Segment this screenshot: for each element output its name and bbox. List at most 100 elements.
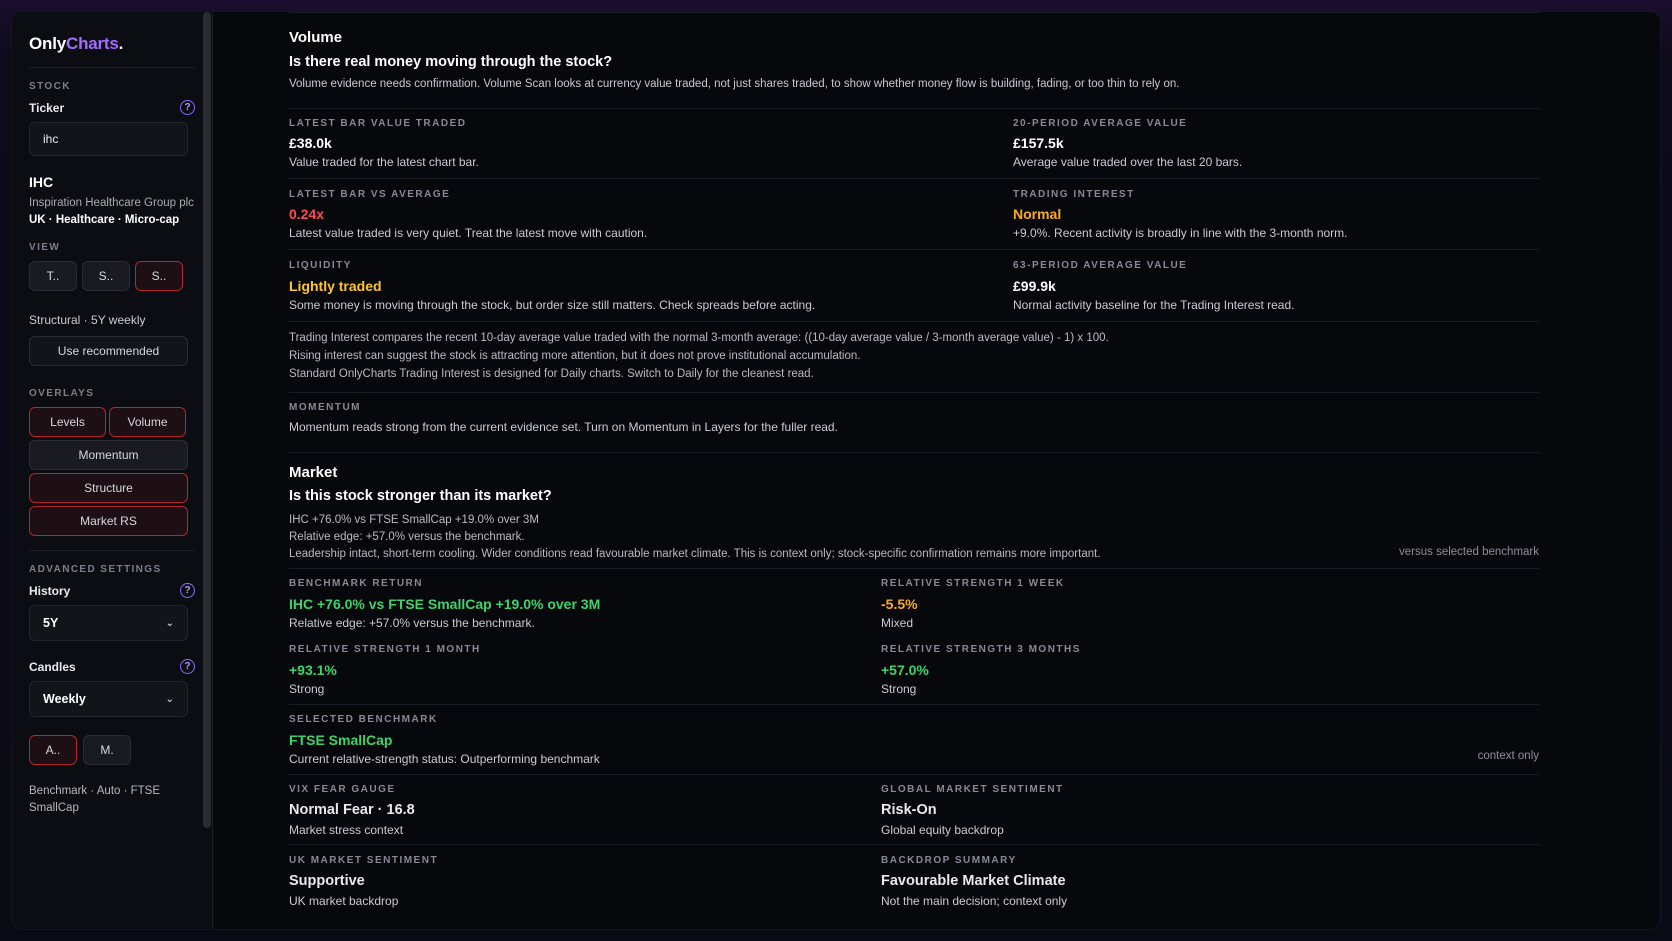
sidebar: OnlyCharts. STOCK Ticker ? ihc IHC Inspi… xyxy=(12,12,213,929)
global-sentiment-label: GLOBAL MARKET SENTIMENT xyxy=(881,784,1064,795)
vix-value: Normal Fear · 16.8 xyxy=(289,802,415,818)
benchmark-return-value: IHC +76.0% vs FTSE SmallCap +19.0% over … xyxy=(289,596,601,612)
rs3m-sub: Strong xyxy=(881,682,917,696)
chevron-down-icon: ⌄ xyxy=(165,617,174,629)
sidebar-scrollbar[interactable] xyxy=(203,12,211,828)
vs-avg-label: LATEST BAR VS AVERAGE xyxy=(289,189,451,200)
divider xyxy=(289,844,1539,845)
vs-avg-value: 0.24x xyxy=(289,206,325,222)
vs-avg-sub: Latest value traded is very quiet. Treat… xyxy=(289,226,648,240)
rs3m-label: RELATIVE STRENGTH 3 MONTHS xyxy=(881,644,1081,655)
volume-question: Is there real money moving through the s… xyxy=(289,54,613,70)
versus-benchmark-note: versus selected benchmark xyxy=(1399,546,1539,558)
rs1w-label: RELATIVE STRENGTH 1 WEEK xyxy=(881,578,1065,589)
selected-benchmark-sub: Current relative-strength status: Outper… xyxy=(289,752,600,766)
trading-interest-sub: +9.0%. Recent activity is broadly in lin… xyxy=(1013,226,1348,240)
overlay-structure-button[interactable]: Structure xyxy=(29,473,188,503)
candles-select[interactable]: Weekly ⌄ xyxy=(29,681,188,717)
candles-field-row: Candles ? xyxy=(29,659,195,674)
overlays-section-label: OVERLAYS xyxy=(29,388,95,399)
main-content: Volume Is there real money moving throug… xyxy=(213,12,1660,929)
liquidity-label: LIQUIDITY xyxy=(289,260,352,271)
trading-interest-note-2: Rising interest can suggest the stock is… xyxy=(289,350,861,362)
market-section-title: Market xyxy=(289,464,338,481)
global-sentiment-sub: Global equity backdrop xyxy=(881,823,1004,837)
divider xyxy=(289,249,1539,250)
advanced-settings-label: ADVANCED SETTINGS xyxy=(29,564,162,575)
logo-accent: Charts xyxy=(66,34,119,53)
benchmark-return-sub: Relative edge: +57.0% versus the benchma… xyxy=(289,616,535,630)
trading-interest-label: TRADING INTEREST xyxy=(1013,189,1135,200)
rs1w-value: -5.5% xyxy=(881,596,918,612)
history-help-icon[interactable]: ? xyxy=(180,583,195,598)
trading-interest-note-1: Trading Interest compares the recent 10-… xyxy=(289,332,1109,344)
vix-label: VIX FEAR GAUGE xyxy=(289,784,396,795)
overlay-levels-button[interactable]: Levels xyxy=(29,407,106,437)
latest-bar-sub: Value traded for the latest chart bar. xyxy=(289,155,479,169)
history-value: 5Y xyxy=(43,616,59,630)
rs1m-sub: Strong xyxy=(289,682,325,696)
divider xyxy=(289,12,1539,13)
vix-sub: Market stress context xyxy=(289,823,404,837)
overlay-market-rs-button[interactable]: Market RS xyxy=(29,506,188,536)
market-line-2: Relative edge: +57.0% versus the benchma… xyxy=(289,531,525,543)
benchmark-return-label: BENCHMARK RETURN xyxy=(289,578,423,589)
divider xyxy=(289,178,1539,179)
selected-benchmark-value: FTSE SmallCap xyxy=(289,732,393,748)
divider xyxy=(881,704,1539,705)
history-field-row: History ? xyxy=(29,583,195,598)
divider xyxy=(289,774,1539,775)
avg63-sub: Normal activity baseline for the Trading… xyxy=(1013,298,1295,312)
overlay-row: Levels Volume xyxy=(29,407,195,437)
backdrop-summary-label: BACKDROP SUMMARY xyxy=(881,855,1017,866)
volume-section-title: Volume xyxy=(289,29,343,46)
logo[interactable]: OnlyCharts. xyxy=(29,34,195,54)
stock-section-label: STOCK xyxy=(29,81,71,92)
history-select[interactable]: 5Y ⌄ xyxy=(29,605,188,641)
backdrop-summary-value: Favourable Market Climate xyxy=(881,873,1066,889)
rs1m-label: RELATIVE STRENGTH 1 MONTH xyxy=(289,644,481,655)
view-button-group: T.. S.. S.. xyxy=(29,261,195,291)
market-line-3: Leadership intact, short-term cooling. W… xyxy=(289,548,1101,560)
auto-mode-button[interactable]: A.. xyxy=(29,735,77,765)
use-recommended-button[interactable]: Use recommended xyxy=(29,336,188,366)
momentum-label: MOMENTUM xyxy=(289,402,361,413)
backdrop-summary-sub: Not the main decision; context only xyxy=(881,894,1068,908)
divider xyxy=(289,704,881,705)
view-button-3-active[interactable]: S.. xyxy=(135,261,183,291)
market-question: Is this stock stronger than its market? xyxy=(289,488,552,504)
trading-interest-note-3: Standard OnlyCharts Trading Interest is … xyxy=(289,368,814,380)
overlay-momentum-button[interactable]: Momentum xyxy=(29,440,188,470)
divider xyxy=(29,67,195,68)
uk-sentiment-label: UK MARKET SENTIMENT xyxy=(289,855,439,866)
divider xyxy=(289,108,1539,109)
view-button-1[interactable]: T.. xyxy=(29,261,77,291)
candles-help-icon[interactable]: ? xyxy=(180,659,195,674)
market-line-1: IHC +76.0% vs FTSE SmallCap +19.0% over … xyxy=(289,514,539,526)
company-name: Inspiration Healthcare Group plc xyxy=(29,197,194,209)
ticker-input[interactable]: ihc xyxy=(29,122,188,156)
divider xyxy=(289,568,1539,569)
divider xyxy=(29,550,195,551)
structural-text: Structural · 5Y weekly xyxy=(29,313,146,327)
rs1w-sub: Mixed xyxy=(881,616,914,630)
selected-benchmark-label: SELECTED BENCHMARK xyxy=(289,714,438,725)
avg20-label: 20-PERIOD AVERAGE VALUE xyxy=(1013,118,1188,129)
stock-tags: UK · Healthcare · Micro-cap xyxy=(29,214,180,226)
logo-main: Only xyxy=(29,34,66,53)
view-button-2[interactable]: S.. xyxy=(82,261,130,291)
chevron-down-icon: ⌄ xyxy=(165,693,174,705)
benchmark-text: Benchmark · Auto · FTSE SmallCap xyxy=(29,785,161,814)
uk-sentiment-value: Supportive xyxy=(289,873,365,889)
overlay-volume-button[interactable]: Volume xyxy=(109,407,186,437)
liquidity-value: Lightly traded xyxy=(289,278,382,294)
ticker-field-row: Ticker ? xyxy=(29,100,195,115)
rs1m-value: +93.1% xyxy=(289,662,337,678)
logo-dot: . xyxy=(118,34,124,53)
ticker-help-icon[interactable]: ? xyxy=(180,100,195,115)
momentum-text: Momentum reads strong from the current e… xyxy=(289,420,838,434)
avg20-sub: Average value traded over the last 20 ba… xyxy=(1013,155,1243,169)
manual-mode-button[interactable]: M. xyxy=(83,735,131,765)
global-sentiment-value: Risk-On xyxy=(881,802,937,818)
trading-interest-value: Normal xyxy=(1013,206,1062,222)
